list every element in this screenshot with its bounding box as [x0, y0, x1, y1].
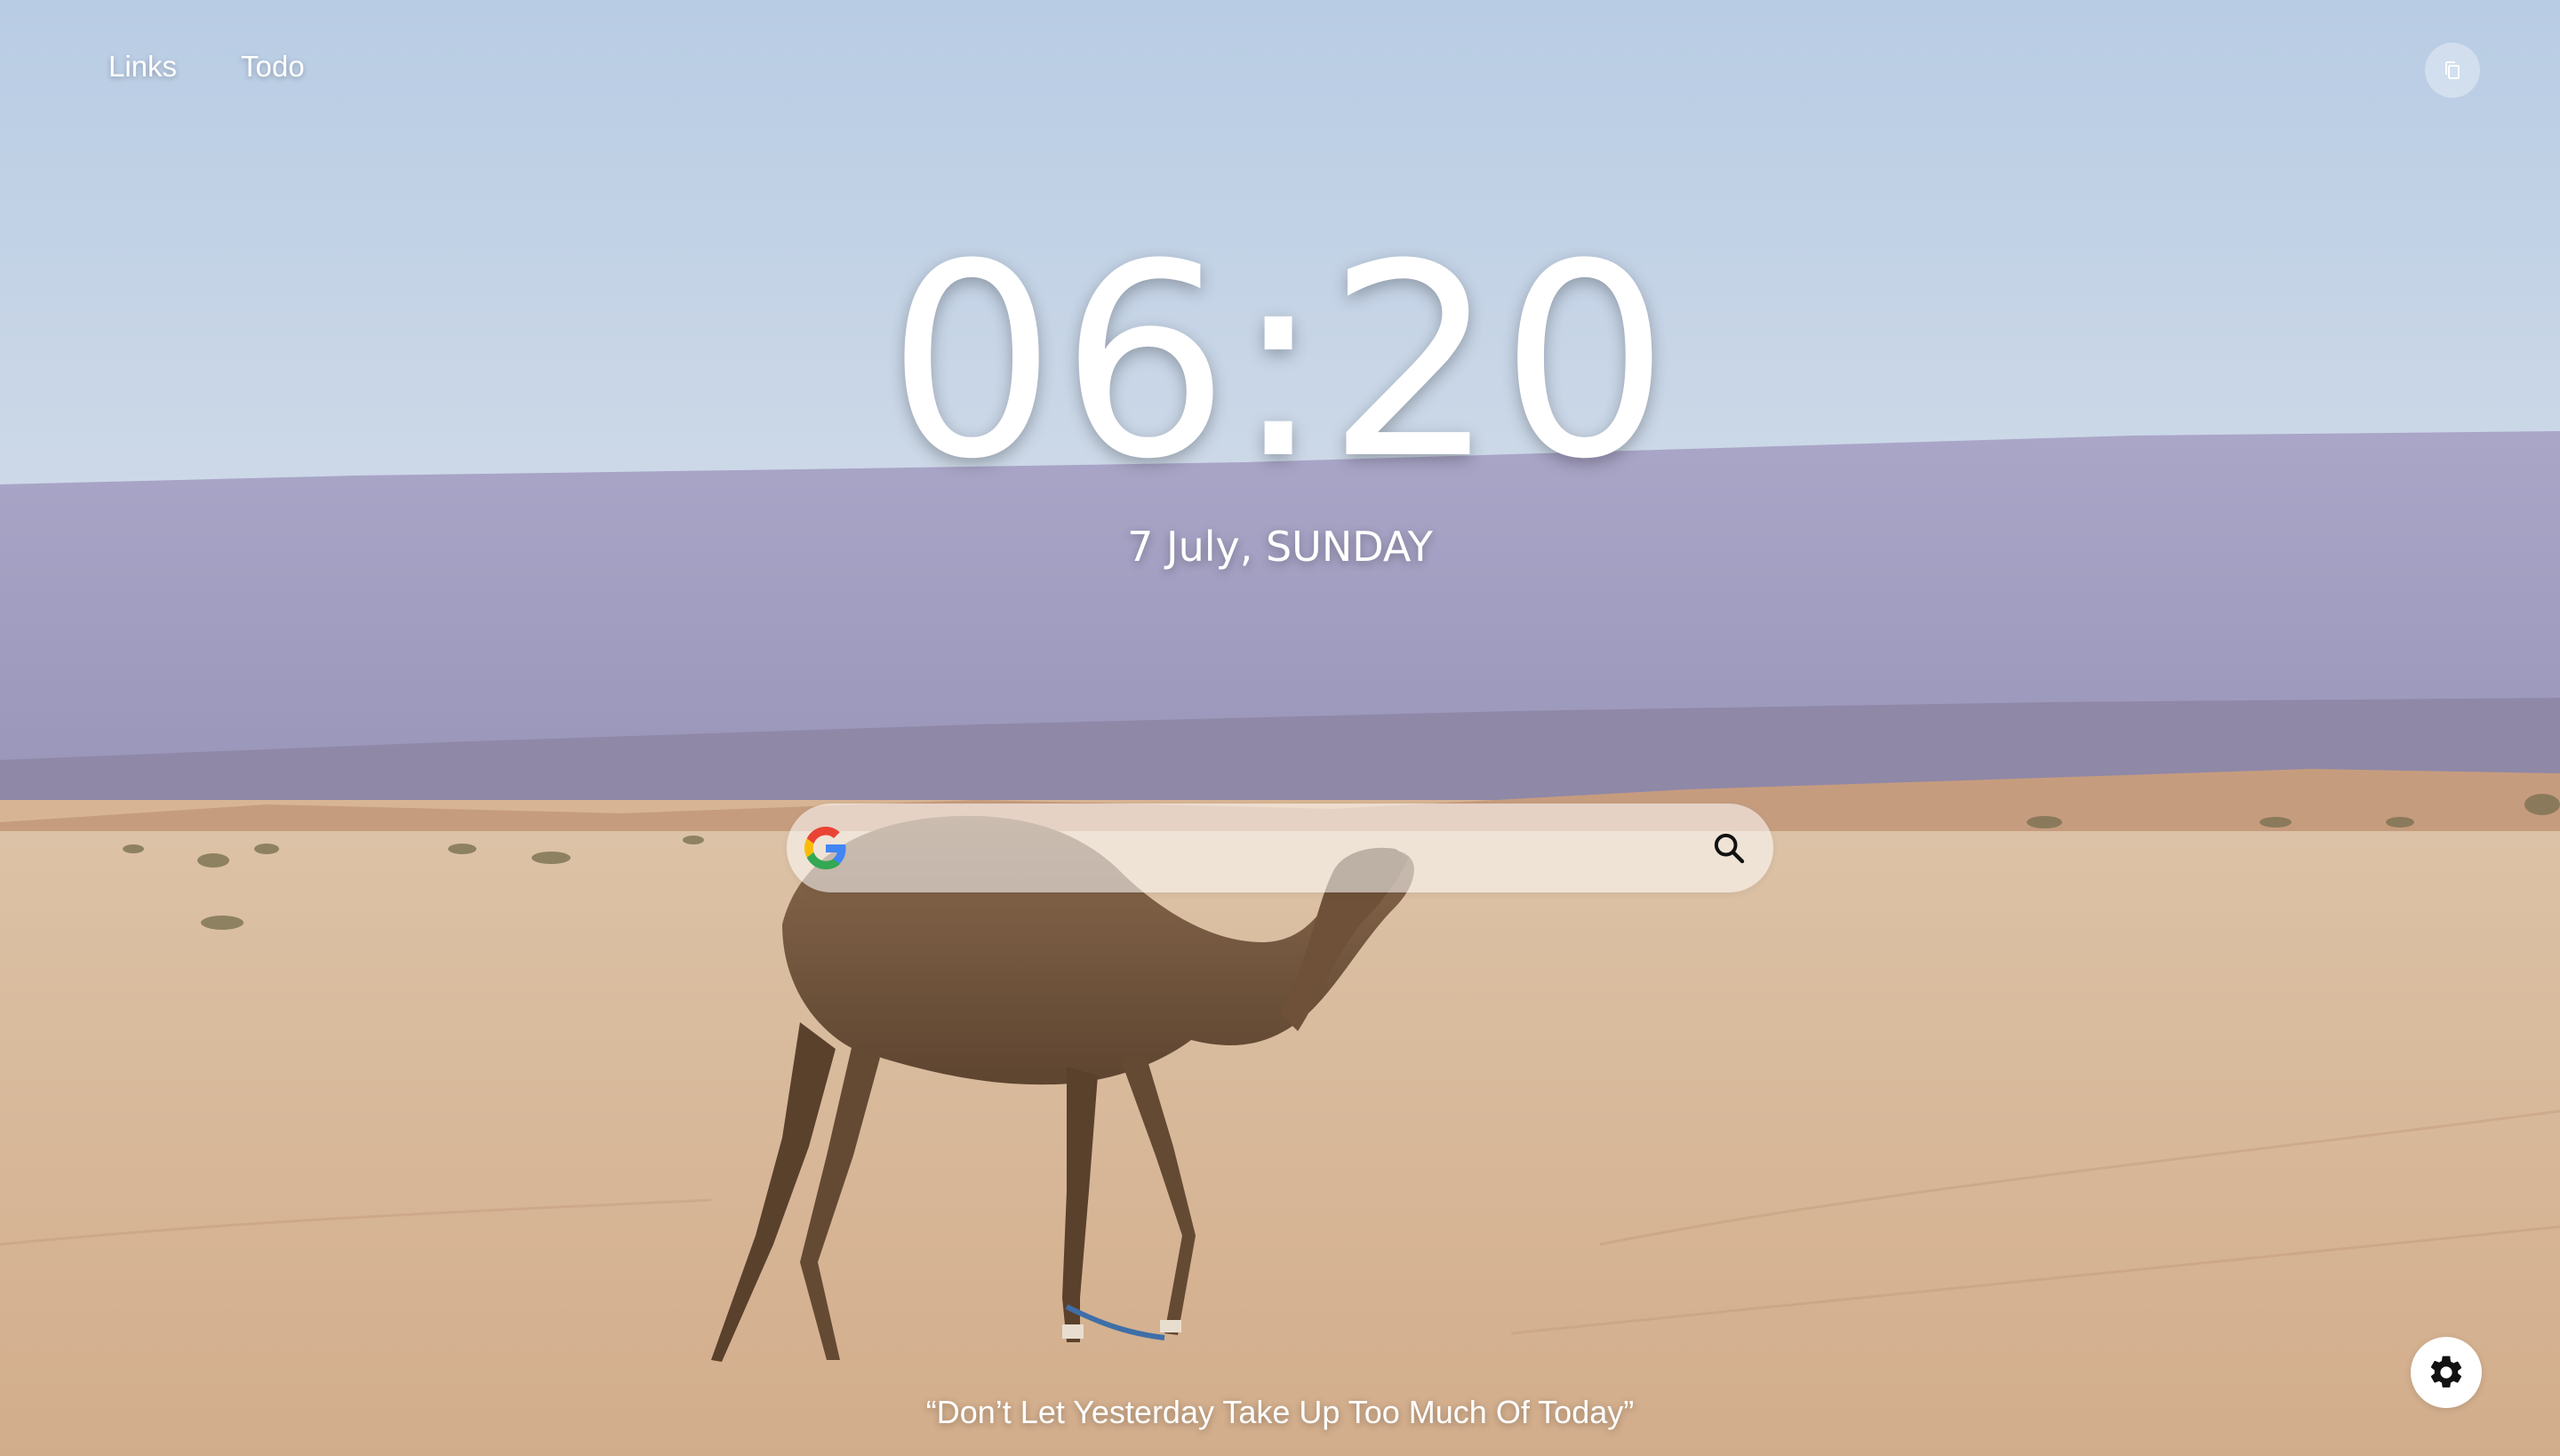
links-link[interactable]: Links: [108, 50, 177, 84]
copy-icon: [2445, 61, 2460, 79]
gear-icon: [2430, 1356, 2462, 1388]
search-input[interactable]: [865, 821, 1668, 876]
clock-date: 7 July, SUNDAY: [1127, 523, 1433, 571]
search-icon: [1714, 833, 1745, 864]
top-navigation: Links Todo: [108, 50, 305, 84]
quote-text: “Don’t Let Yesterday Take Up Too Much Of…: [925, 1394, 1635, 1430]
google-icon[interactable]: [804, 827, 847, 869]
todo-link[interactable]: Todo: [241, 50, 305, 84]
search-button[interactable]: [1704, 823, 1754, 873]
search-bar: [787, 804, 1773, 892]
new-tab-page: Links Todo 06:20 7 July, SUNDAY “Don’t L…: [0, 0, 2560, 1456]
settings-button[interactable]: [2411, 1337, 2482, 1408]
copy-button[interactable]: [2425, 43, 2480, 98]
clock-time: 06:20: [886, 207, 1674, 517]
